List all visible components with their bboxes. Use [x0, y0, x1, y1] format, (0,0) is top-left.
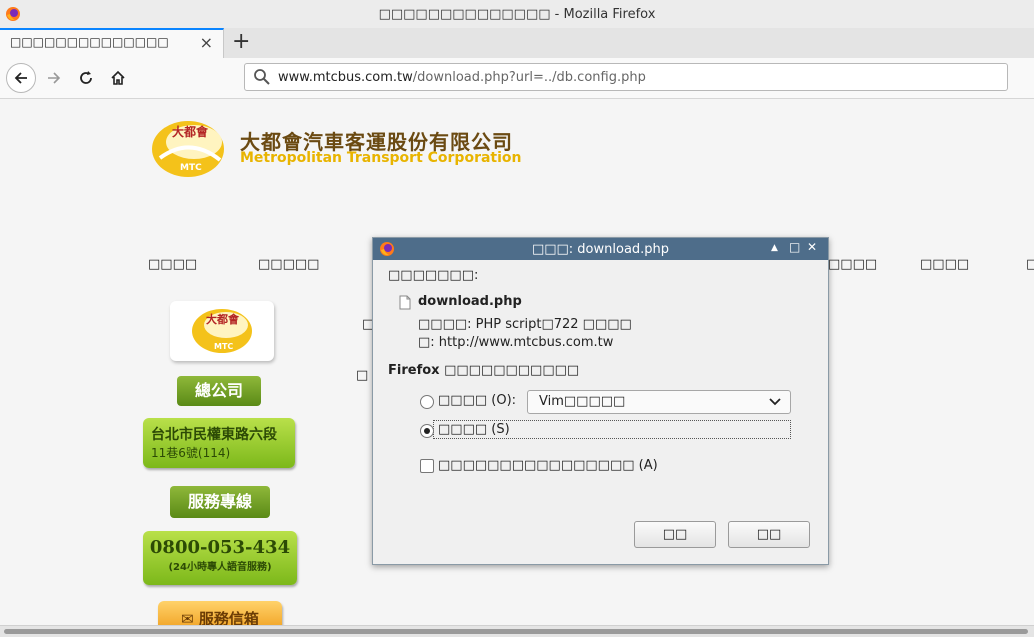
menu-item-2[interactable]: □□□□□	[258, 257, 319, 272]
save-file-label[interactable]: □□□□ (S)	[438, 422, 510, 437]
forward-button[interactable]	[40, 64, 68, 92]
menu-item-4[interactable]: □□□□	[920, 257, 969, 272]
open-with-label[interactable]: □□□□ (O):	[438, 393, 516, 408]
side-logo-text: 大都會	[206, 312, 240, 326]
phone-block[interactable]: 0800-053-434 (24小時專人語音服務)	[143, 531, 297, 585]
head-office-label: 總公司	[177, 376, 261, 406]
back-arrow-icon	[14, 72, 27, 84]
reload-icon	[80, 71, 92, 84]
service-line-label: 服務專線	[170, 486, 270, 518]
url-bar[interactable]: www.mtcbus.com.tw/download.php?url=../db…	[244, 63, 1008, 91]
menu-item-3[interactable]: □□□□	[828, 257, 877, 272]
company-name-en: Metropolitan Transport Corporation	[240, 150, 522, 166]
file-source: □: http://www.mtcbus.com.tw	[418, 335, 614, 350]
mailbox-label: 服務信箱	[198, 610, 259, 625]
chevron-down-icon	[769, 398, 781, 406]
home-button[interactable]	[104, 64, 132, 92]
save-file-radio[interactable]	[420, 424, 434, 438]
open-with-radio[interactable]	[420, 395, 434, 409]
forward-arrow-icon	[48, 72, 61, 84]
url-host: www.mtcbus.com.tw	[278, 70, 413, 85]
close-tab-icon[interactable]: ×	[200, 33, 213, 52]
remember-label[interactable]: □□□□□□□□□□□□□□□□ (A)	[438, 458, 658, 473]
ok-button[interactable]: □□	[728, 521, 810, 548]
dialog-question: Firefox □□□□□□□□□□□	[388, 363, 580, 378]
close-dialog-button[interactable]: ✕	[807, 240, 817, 254]
remember-checkbox[interactable]	[420, 459, 434, 473]
side-logo[interactable]: 大都會 MTC	[170, 301, 274, 361]
scrollbar-thumb[interactable]	[4, 629, 1028, 634]
minimize-button[interactable]: ▲	[771, 243, 778, 253]
open-with-app-select[interactable]: Vim□□□□□	[527, 390, 791, 414]
address-line-1: 台北市民權東路六段	[151, 427, 277, 443]
new-tab-button[interactable]: +	[232, 29, 250, 54]
side-logo-sub: MTC	[214, 342, 233, 351]
navigation-toolbar: www.mtcbus.com.tw/download.php?url=../db…	[0, 58, 1034, 99]
file-icon	[399, 295, 411, 310]
dialog-title: □□□: download.php	[531, 242, 670, 257]
window-title: □□□□□□□□□□□□□□ - Mozilla Firefox	[378, 7, 656, 22]
logo-sub: MTC	[180, 163, 202, 173]
file-type: □□□□: PHP script□722 □□□□	[418, 317, 632, 332]
page-glyph-2: □	[356, 368, 369, 383]
horizontal-scrollbar[interactable]	[0, 625, 1034, 637]
download-dialog: □□□: download.php ▲ □ ✕ □□□□□□□: downloa…	[372, 237, 829, 565]
back-button[interactable]	[6, 63, 36, 93]
mailbox-button[interactable]: ✉ 服務信箱	[158, 601, 282, 625]
logo-text: 大都會	[172, 124, 209, 139]
window-titlebar: □□□□□□□□□□□□□□ - Mozilla Firefox	[0, 0, 1034, 29]
url-path: /download.php?url=../db.config.php	[412, 70, 646, 85]
home-icon	[111, 70, 125, 85]
tab-strip: □□□□□□□□□□□□□□ × +	[0, 28, 1034, 59]
dialog-intro: □□□□□□□:	[388, 268, 479, 283]
menu-item-1[interactable]: □□□□	[148, 257, 197, 272]
cancel-button[interactable]: □□	[634, 521, 716, 548]
phone-number: 0800-053-434	[149, 537, 291, 558]
phone-note: (24小時專人語音服務)	[168, 562, 272, 573]
mtc-logo-icon: 大都會 MTC	[152, 121, 224, 177]
dialog-titlebar: □□□: download.php ▲ □ ✕	[373, 238, 828, 260]
reload-button[interactable]	[72, 64, 100, 92]
mail-icon: ✉	[181, 610, 199, 625]
maximize-button[interactable]: □	[789, 240, 800, 254]
tab-title: □□□□□□□□□□□□□□	[10, 35, 169, 49]
mtc-logo-small-icon: 大都會 MTC	[192, 309, 252, 353]
address-line-2: 11巷6號(114)	[151, 446, 231, 460]
menu-item-5[interactable]: □	[1026, 257, 1034, 272]
file-name: download.php	[418, 294, 522, 309]
open-with-app-value: Vim□□□□□	[539, 394, 626, 409]
search-icon	[254, 69, 270, 85]
url-text: www.mtcbus.com.tw/download.php?url=../db…	[278, 70, 646, 85]
active-tab[interactable]: □□□□□□□□□□□□□□ ×	[0, 28, 224, 58]
address-block: 台北市民權東路六段 11巷6號(114)	[143, 418, 295, 468]
